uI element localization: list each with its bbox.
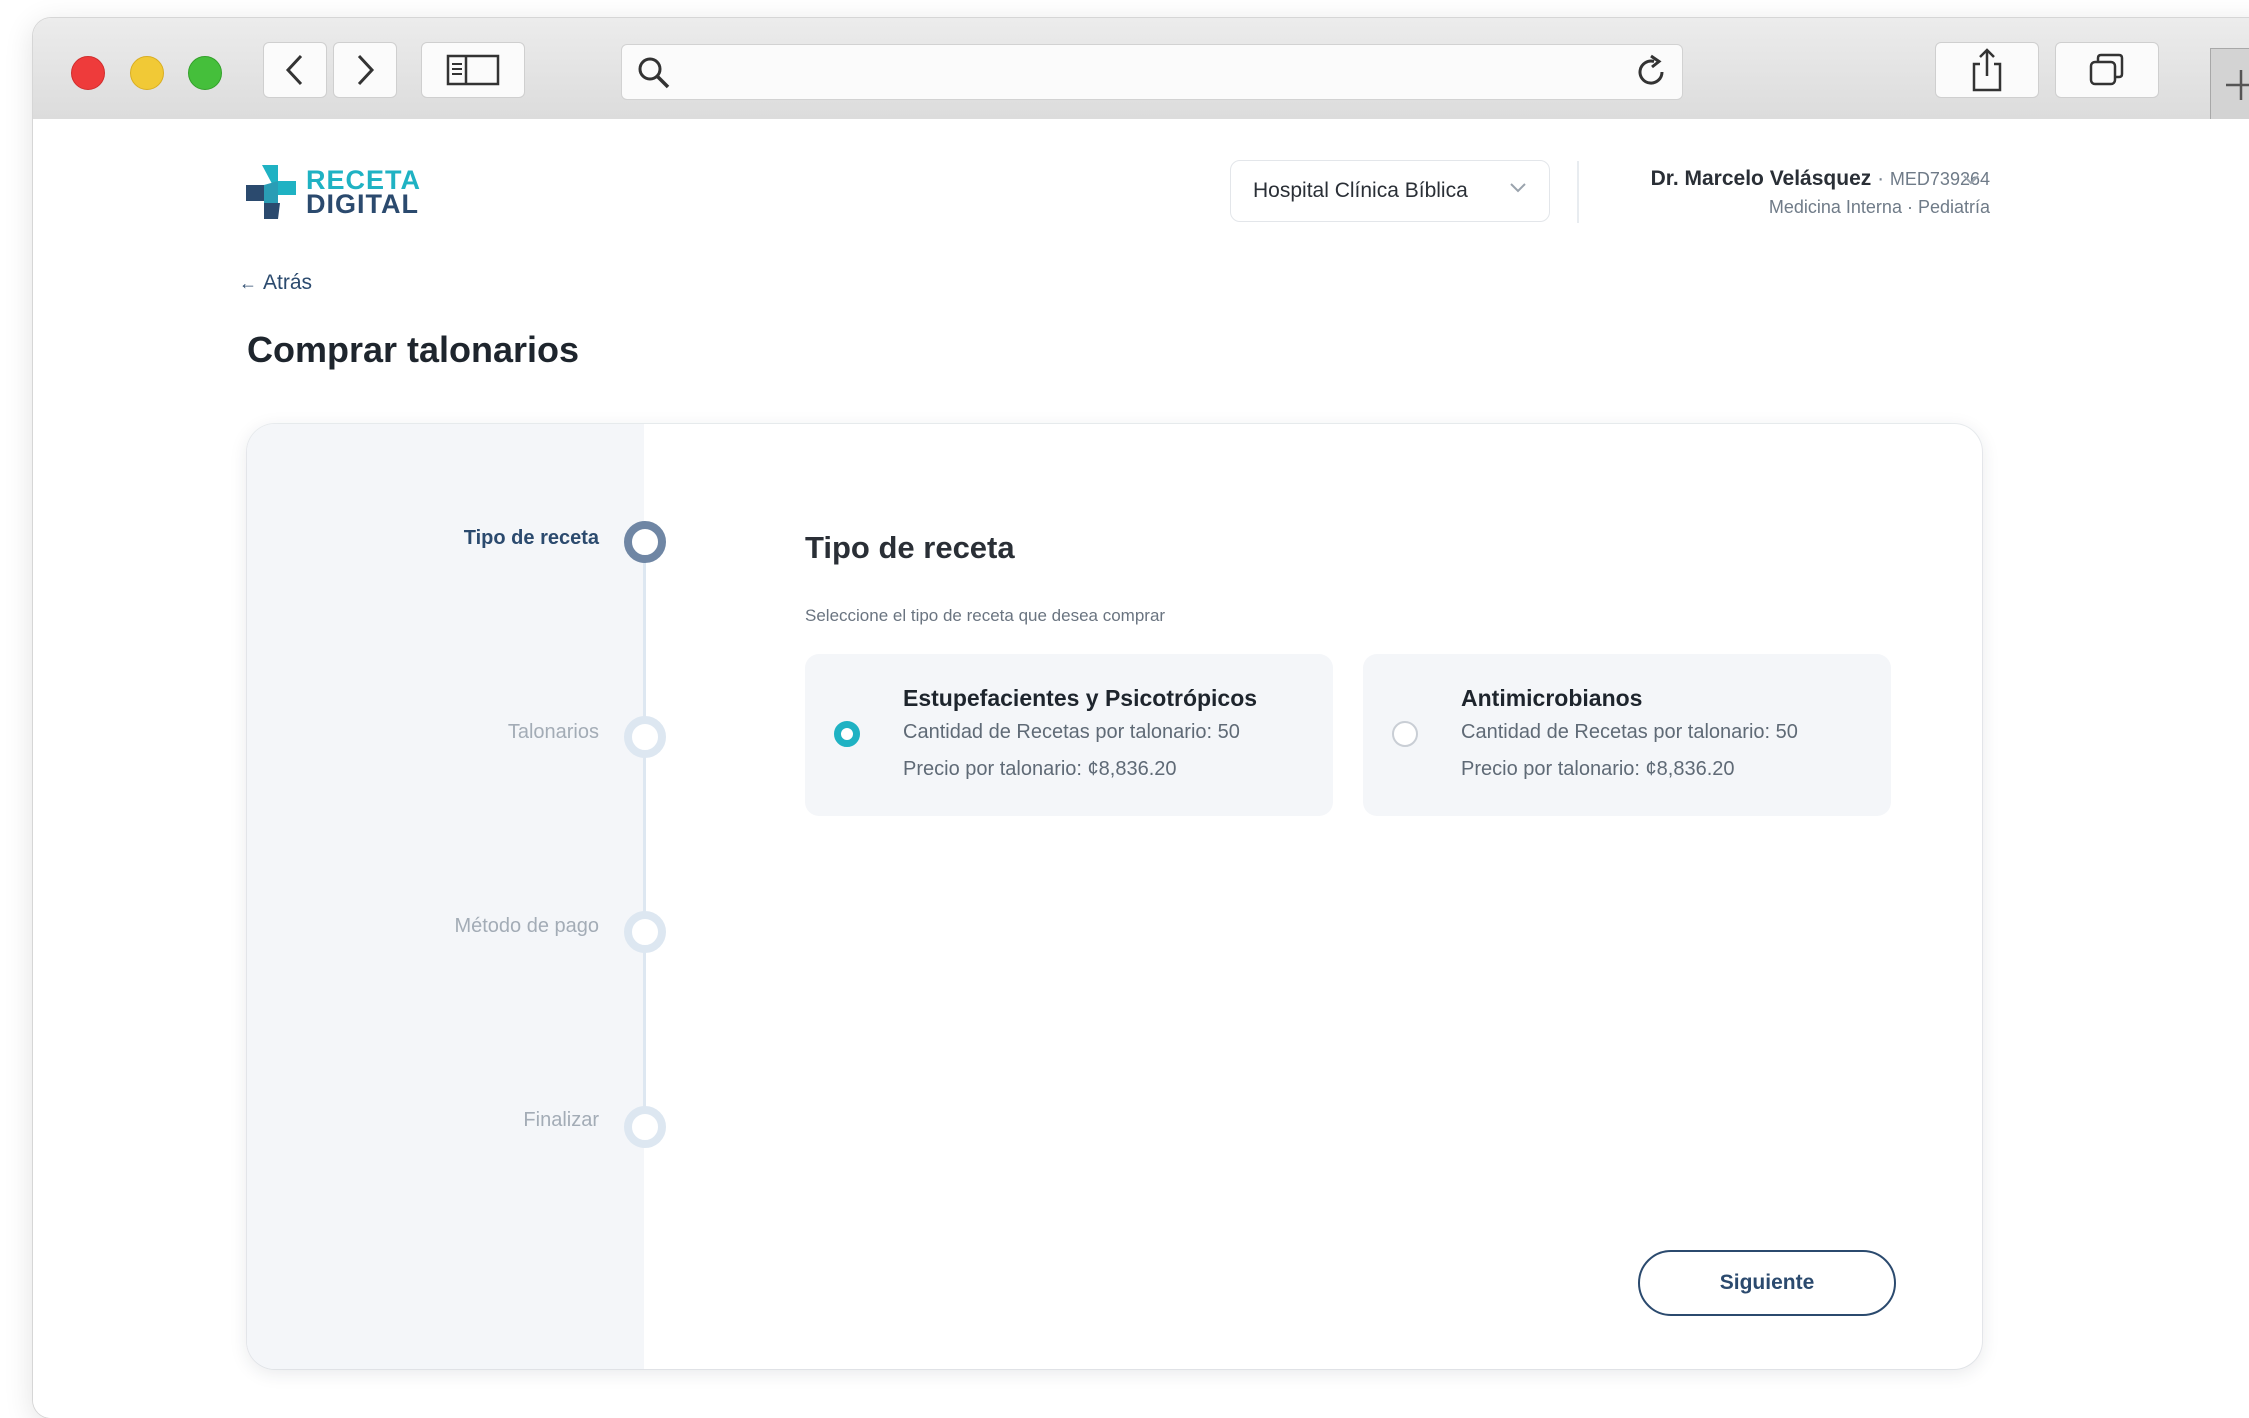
new-tab-icon [2226,70,2249,100]
zoom-window-button[interactable] [188,56,222,90]
step-label-finalizar[interactable]: Finalizar [523,1109,599,1132]
step-label-talonarios[interactable]: Talonarios [508,721,599,744]
close-window-button[interactable] [71,56,105,90]
step-label-tipo-de-receta[interactable]: Tipo de receta [464,527,599,550]
receta-digital-logo[interactable]: RECETA DIGITAL [244,163,421,221]
option-quantity: Cantidad de Recetas por talonario: 50 [1461,721,1798,743]
steps-panel [247,424,644,1369]
step-indicator-tipo-de-receta [624,521,666,563]
minimize-window-button[interactable] [130,56,164,90]
step-indicator-metodo-de-pago [624,911,666,953]
header-divider [1577,161,1579,223]
option-price: Precio por talonario: ¢8,836.20 [1461,758,1735,780]
radio-antimicrobianos[interactable] [1392,721,1418,747]
browser-window: RECETA DIGITAL Hospital Clínica Bíblica … [33,18,2249,1418]
doctor-name: Dr. Marcelo Velásquez [1650,167,1872,190]
address-bar[interactable] [621,44,1683,100]
option-price: Precio por talonario: ¢8,836.20 [903,758,1177,780]
share-icon [1972,48,2002,92]
name-separator: · [1871,167,1890,190]
option-title: Estupefacientes y Psicotrópicos [903,685,1258,711]
step-indicator-finalizar [624,1106,666,1148]
hospital-select-value: Hospital Clínica Bíblica [1253,179,1468,202]
browser-toolbar [33,18,2249,122]
chevron-down-icon [1510,183,1526,193]
purchase-wizard-card: Tipo de receta Talonarios Método de pago… [247,424,1982,1369]
back-button[interactable] [263,42,327,98]
hospital-select[interactable]: Hospital Clínica Bíblica [1230,160,1550,222]
option-title: Antimicrobianos [1461,685,1643,711]
forward-icon [357,54,375,86]
step-indicator-talonarios [624,716,666,758]
share-button[interactable] [1935,42,2039,98]
tabs-button[interactable] [2055,42,2159,98]
step-label-metodo-de-pago[interactable]: Método de pago [454,915,599,938]
logo-line-2: DIGITAL [306,189,419,219]
next-button[interactable]: Siguiente [1638,1250,1896,1316]
user-menu-chevron-icon[interactable] [1961,173,1981,187]
sidebar-icon [446,54,500,86]
medical-cross-icon [246,165,296,219]
back-link-label: Atrás [263,271,313,294]
back-icon [285,54,303,86]
user-menu[interactable]: Dr. Marcelo Velásquez · MED739264 [1651,167,1990,191]
option-card-estupefacientes[interactable]: Estupefacientes y Psicotrópicos Cantidad… [805,654,1333,816]
radio-estupefacientes[interactable] [834,721,860,747]
steps-connector-line [643,544,646,1124]
section-title: Tipo de receta [805,530,1015,565]
reload-icon[interactable] [1632,53,1670,91]
new-tab-button[interactable] [2210,48,2249,122]
back-link[interactable]: ← Atrás [239,271,312,295]
option-quantity: Cantidad de Recetas por talonario: 50 [903,721,1240,743]
forward-button[interactable] [333,42,397,98]
doctor-specialties: Medicina Interna · Pediatría [1768,197,1990,217]
sidebar-button[interactable] [421,42,525,98]
page-content: RECETA DIGITAL Hospital Clínica Bíblica … [33,119,2249,1418]
section-subtitle: Seleccione el tipo de receta que desea c… [805,606,1166,625]
arrow-left-icon: ← [239,272,257,293]
page-title: Comprar talonarios [247,329,580,370]
search-icon [638,57,670,89]
tabs-icon [2089,53,2124,86]
option-card-antimicrobianos[interactable]: Antimicrobianos Cantidad de Recetas por … [1363,654,1891,816]
